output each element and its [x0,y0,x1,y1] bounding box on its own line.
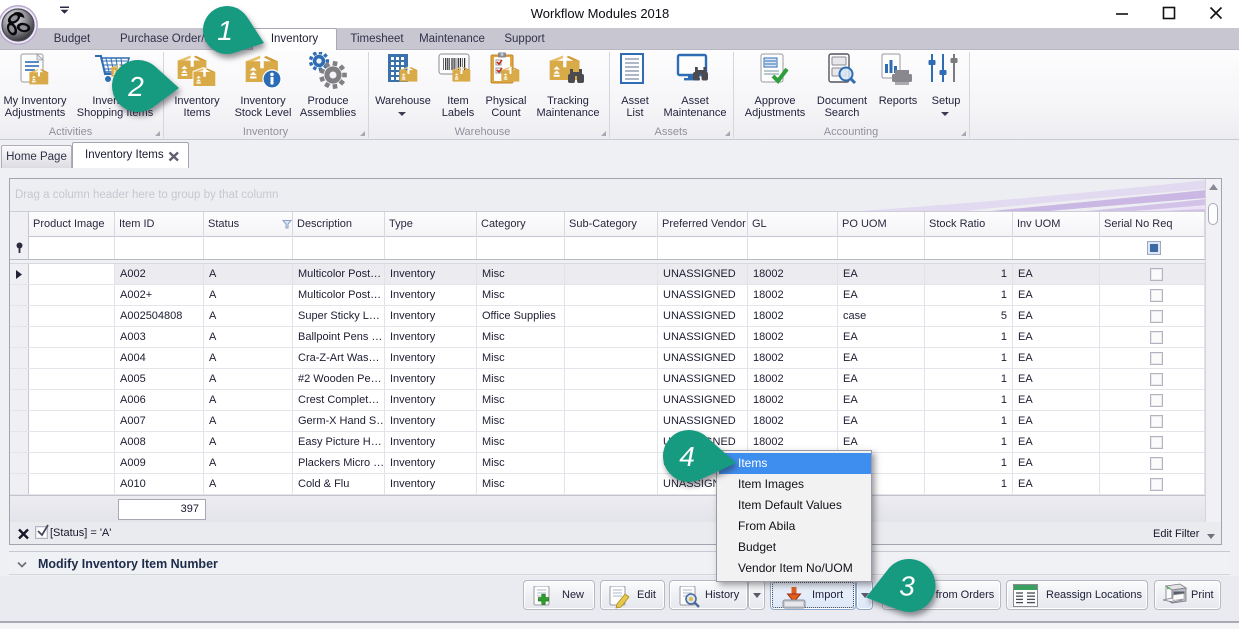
svg-text:4: 4 [679,441,695,472]
svg-text:2: 2 [127,71,144,102]
svg-text:1: 1 [217,15,233,46]
svg-text:3: 3 [899,570,915,601]
